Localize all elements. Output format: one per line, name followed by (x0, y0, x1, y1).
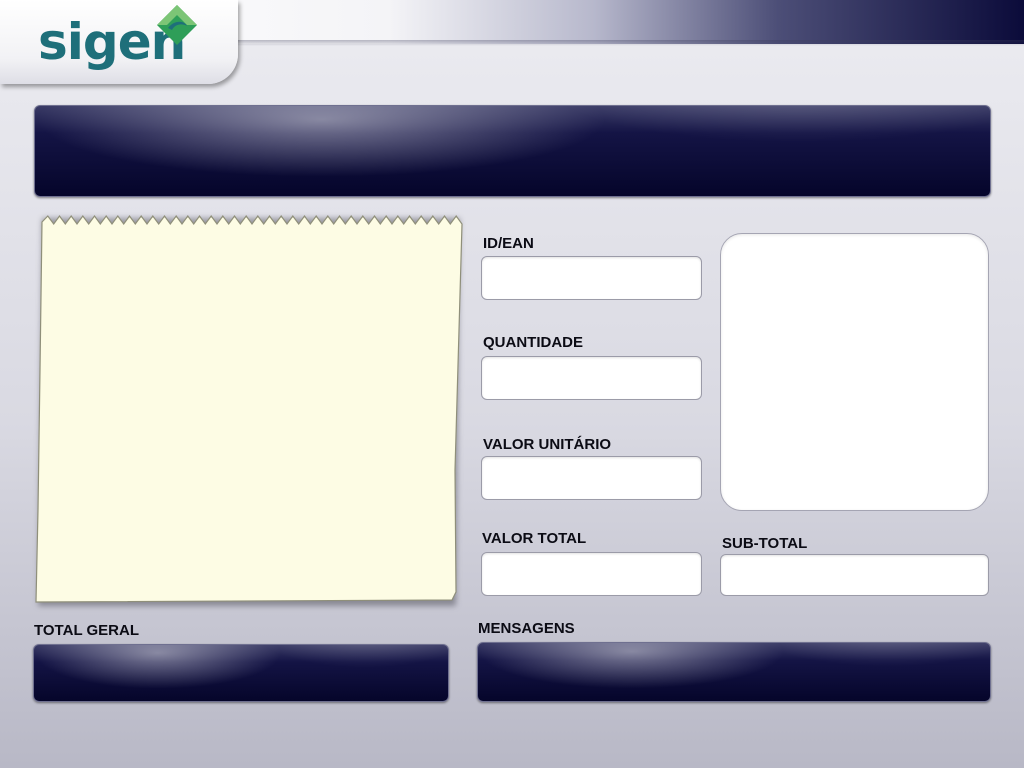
logo-tab: sigen (0, 0, 238, 84)
total-geral-display (33, 644, 449, 702)
quantidade-input[interactable] (481, 356, 702, 400)
mensagens-display (477, 642, 991, 702)
receipt-paper-icon (35, 214, 463, 603)
total-geral-label: TOTAL GERAL (34, 622, 139, 639)
receipt-area (34, 210, 466, 610)
sub-total-input[interactable] (720, 554, 989, 596)
valor-total-input[interactable] (481, 552, 702, 596)
quantidade-label: QUANTIDADE (483, 334, 583, 351)
product-image-box (720, 233, 989, 511)
mensagens-label: MENSAGENS (478, 620, 575, 637)
valor-unitario-input[interactable] (481, 456, 702, 500)
id-ean-input[interactable] (481, 256, 702, 300)
valor-unitario-label: VALOR UNITÁRIO (483, 436, 612, 453)
header-display-panel (34, 105, 991, 197)
id-ean-label: ID/EAN (483, 235, 534, 252)
valor-total-label: VALOR TOTAL (482, 530, 587, 547)
sigen-logo-icon (157, 5, 197, 45)
sub-total-label: SUB-TOTAL (722, 535, 808, 552)
